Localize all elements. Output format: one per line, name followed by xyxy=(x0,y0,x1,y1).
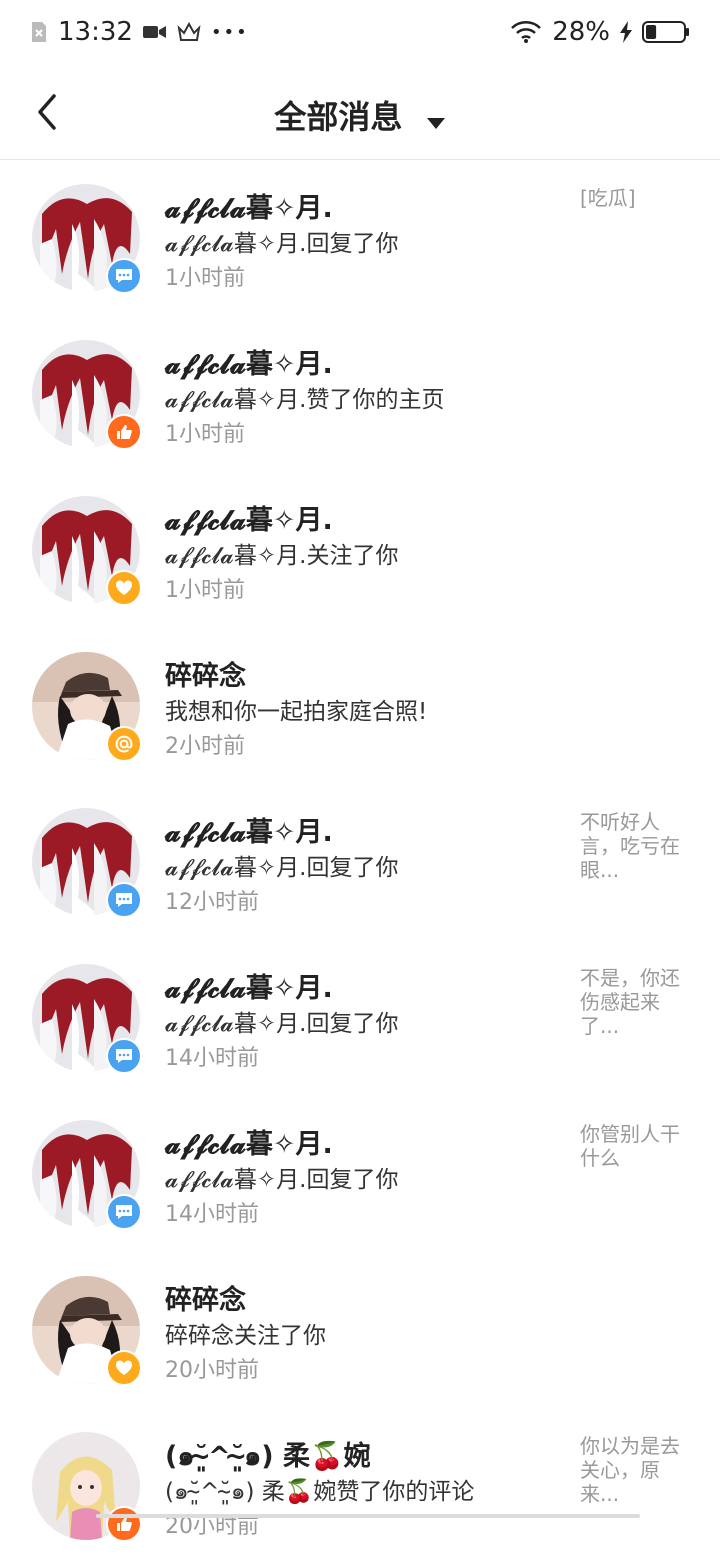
crown-icon xyxy=(177,22,201,42)
heart-icon xyxy=(106,1350,142,1386)
comment-icon xyxy=(106,1194,142,1230)
status-time: 13:32 xyxy=(58,17,133,47)
content-snippet[interactable]: 不是，你还伤感起来了... xyxy=(580,966,690,1038)
video-icon xyxy=(142,23,167,41)
content-snippet[interactable]: [吃瓜] xyxy=(580,186,690,210)
message-text: 𝓪𝓯𝓯𝓬𝓵𝓪暮✧月.赞了你的主页 xyxy=(165,387,445,413)
sender-name[interactable]: 𝓪𝓯𝓯𝓬𝓵𝓪暮✧月. xyxy=(165,498,333,537)
message-item[interactable]: 𝓪𝓯𝓯𝓬𝓵𝓪暮✧月. 𝓪𝓯𝓯𝓬𝓵𝓪暮✧月.回复了你 14小时前 你管别人干什么 xyxy=(0,1096,720,1252)
more-dots: ••• xyxy=(210,21,249,43)
message-text: (๑˘̴͈^˘̴͈๑) 柔🍒婉赞了你的评论 xyxy=(165,1479,475,1505)
header: 全部消息 xyxy=(0,64,720,160)
content-snippet[interactable]: 你管别人干什么 xyxy=(580,1122,690,1170)
message-item[interactable]: 𝓪𝓯𝓯𝓬𝓵𝓪暮✧月. 𝓪𝓯𝓯𝓬𝓵𝓪暮✧月.回复了你 14小时前 不是，你还伤感起… xyxy=(0,940,720,1096)
sender-name[interactable]: 碎碎念 xyxy=(165,654,246,693)
message-text: 𝓪𝓯𝓯𝓬𝓵𝓪暮✧月.回复了你 xyxy=(165,855,399,881)
message-list: 𝓪𝓯𝓯𝓬𝓵𝓪暮✧月. 𝓪𝓯𝓯𝓬𝓵𝓪暮✧月.回复了你 1小时前 [吃瓜] 𝓪𝓯𝓯𝓬… xyxy=(0,160,720,1564)
message-item[interactable]: 碎碎念 我想和你一起拍家庭合照! 2小时前 xyxy=(0,628,720,784)
sender-name[interactable]: 𝓪𝓯𝓯𝓬𝓵𝓪暮✧月. xyxy=(165,1122,333,1161)
message-item[interactable]: 𝓪𝓯𝓯𝓬𝓵𝓪暮✧月. 𝓪𝓯𝓯𝓬𝓵𝓪暮✧月.回复了你 1小时前 [吃瓜] xyxy=(0,160,720,316)
comment-icon xyxy=(106,882,142,918)
message-time: 14小时前 xyxy=(165,1046,259,1071)
scrollbar[interactable] xyxy=(96,1514,640,1518)
message-item[interactable]: 𝓪𝓯𝓯𝓬𝓵𝓪暮✧月. 𝓪𝓯𝓯𝓬𝓵𝓪暮✧月.赞了你的主页 1小时前 xyxy=(0,316,720,472)
sender-name[interactable]: 𝓪𝓯𝓯𝓬𝓵𝓪暮✧月. xyxy=(165,342,333,381)
page-title: 全部消息 xyxy=(274,98,403,136)
message-time: 2小时前 xyxy=(165,734,245,759)
message-time: 20小时前 xyxy=(165,1514,259,1539)
comment-icon xyxy=(106,1038,142,1074)
status-left: 13:32 ••• xyxy=(30,17,249,47)
content-snippet[interactable]: 你以为是去关心，原来... xyxy=(580,1434,690,1506)
message-time: 12小时前 xyxy=(165,890,259,915)
heart-icon xyxy=(106,570,142,606)
message-item[interactable]: 碎碎念 碎碎念关注了你 20小时前 xyxy=(0,1252,720,1408)
status-right: 28% xyxy=(510,17,690,47)
message-text: 我想和你一起拍家庭合照! xyxy=(165,699,428,725)
sender-name[interactable]: 𝓪𝓯𝓯𝓬𝓵𝓪暮✧月. xyxy=(165,966,333,1005)
message-text: 𝓪𝓯𝓯𝓬𝓵𝓪暮✧月.回复了你 xyxy=(165,1167,399,1193)
wifi-icon xyxy=(510,20,542,44)
sender-name[interactable]: 碎碎念 xyxy=(165,1278,246,1317)
message-time: 20小时前 xyxy=(165,1358,259,1383)
message-text: 碎碎念关注了你 xyxy=(165,1323,326,1349)
message-item[interactable]: 𝓪𝓯𝓯𝓬𝓵𝓪暮✧月. 𝓪𝓯𝓯𝓬𝓵𝓪暮✧月.回复了你 12小时前 不听好人言，吃亏… xyxy=(0,784,720,940)
sender-name[interactable]: 𝓪𝓯𝓯𝓬𝓵𝓪暮✧月. xyxy=(165,186,333,225)
charging-icon xyxy=(620,21,632,43)
message-time: 14小时前 xyxy=(165,1202,259,1227)
message-text: 𝓪𝓯𝓯𝓬𝓵𝓪暮✧月.关注了你 xyxy=(165,543,399,569)
message-time: 1小时前 xyxy=(165,578,245,603)
message-time: 1小时前 xyxy=(165,266,245,291)
message-item[interactable]: 𝓪𝓯𝓯𝓬𝓵𝓪暮✧月. 𝓪𝓯𝓯𝓬𝓵𝓪暮✧月.关注了你 1小时前 xyxy=(0,472,720,628)
thumbs-up-icon xyxy=(106,1506,142,1542)
content-snippet[interactable]: 不听好人言，吃亏在眼... xyxy=(580,810,690,882)
sender-name[interactable]: (๑˘̴͈^˘̴͈๑) 柔🍒婉 xyxy=(165,1434,371,1477)
message-time: 1小时前 xyxy=(165,422,245,447)
caret-down-icon xyxy=(426,100,446,138)
battery-percent: 28% xyxy=(552,17,610,47)
comment-icon xyxy=(106,258,142,294)
message-text: 𝓪𝓯𝓯𝓬𝓵𝓪暮✧月.回复了你 xyxy=(165,1011,399,1037)
status-bar: 13:32 ••• 28% xyxy=(0,0,720,64)
at-icon xyxy=(106,726,142,762)
sender-name[interactable]: 𝓪𝓯𝓯𝓬𝓵𝓪暮✧月. xyxy=(165,810,333,849)
message-item[interactable]: (๑˘̴͈^˘̴͈๑) 柔🍒婉 (๑˘̴͈^˘̴͈๑) 柔🍒婉赞了你的评论 20… xyxy=(0,1408,720,1564)
sim-off-icon xyxy=(30,20,48,44)
message-filter-dropdown[interactable]: 全部消息 xyxy=(0,92,720,138)
message-text: 𝓪𝓯𝓯𝓬𝓵𝓪暮✧月.回复了你 xyxy=(165,231,399,257)
thumbs-up-icon xyxy=(106,414,142,450)
battery-icon xyxy=(642,21,690,43)
